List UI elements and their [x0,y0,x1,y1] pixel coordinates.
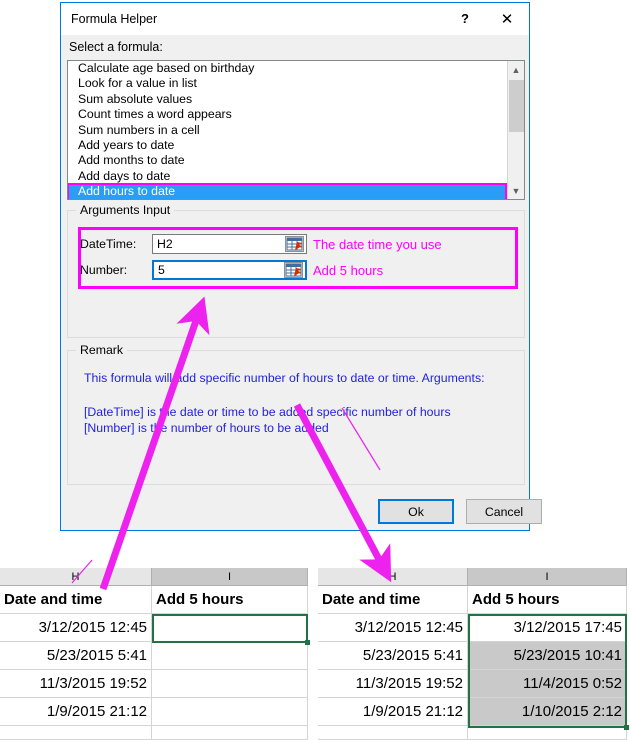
argument-label-datetime: DateTime: [80,237,152,251]
table-cell-partial[interactable] [0,726,152,740]
table-header-row: Date and timeAdd 5 hours [318,586,627,614]
table-row: 3/12/2015 12:45 [0,614,308,642]
ok-button[interactable]: Ok [378,499,454,524]
formula-list-item[interactable]: Sum absolute values [68,92,508,107]
dialog-title: Formula Helper [71,12,157,26]
formula-list-item[interactable]: Count times a word appears [68,107,508,122]
scroll-up-icon[interactable]: ▲ [508,61,524,78]
close-icon[interactable]: ✕ [489,3,525,34]
argument-value-number: 5 [154,263,284,277]
scroll-down-icon[interactable]: ▼ [508,182,524,199]
table-cell[interactable] [152,698,308,726]
table-row: 11/3/2015 19:5211/4/2015 0:52 [318,670,627,698]
formula-list-item[interactable]: Calculate age based on birthday [68,61,508,76]
table-cell[interactable]: 1/10/2015 2:12 [468,698,627,726]
table-cell[interactable]: 11/3/2015 19:52 [0,670,152,698]
arguments-group-title: Arguments Input [76,203,174,217]
scrollbar-thumb[interactable] [509,80,524,132]
table-cell[interactable]: 1/9/2015 21:12 [0,698,152,726]
column-header-h[interactable]: H [318,568,468,586]
remark-line-1: [DateTime] is the date or time to be add… [84,405,451,419]
table-cell[interactable]: 1/9/2015 21:12 [318,698,468,726]
dialog-body: Select a formula: Calculate age based on… [61,35,529,530]
table-cell-partial[interactable] [468,726,627,740]
argument-note-datetime: The date time you use [313,237,442,252]
table-row: 3/12/2015 12:453/12/2015 17:45 [318,614,627,642]
table-header-cell[interactable]: Date and time [0,586,152,614]
dialog-titlebar: Formula Helper ? ✕ [61,3,529,35]
table-cell-partial[interactable] [318,726,468,740]
table-row: 5/23/2015 5:415/23/2015 10:41 [318,642,627,670]
formula-list-item[interactable]: Add days to date [68,169,508,184]
help-icon[interactable]: ? [447,3,483,34]
table-cell[interactable]: 11/4/2015 0:52 [468,670,627,698]
column-header-row: HI [318,568,627,586]
table-row-partial [318,726,627,740]
argument-row-datetime: DateTime: H2 [80,233,442,255]
column-header-i[interactable]: I [468,568,627,586]
spreadsheet-after: HIDate and timeAdd 5 hours3/12/2015 12:4… [318,568,627,740]
column-header-i[interactable]: I [152,568,308,586]
table-cell[interactable]: 3/12/2015 17:45 [468,614,627,642]
formula-list-item[interactable]: Add hours to date [68,184,506,199]
range-picker-icon-number[interactable] [284,262,303,278]
table-cell-partial[interactable] [152,726,308,740]
arguments-input-group: Arguments Input DateTime: H2 [67,210,525,338]
remark-line-0: This formula will add specific number of… [84,371,485,385]
table-cell[interactable]: 11/3/2015 19:52 [318,670,468,698]
fill-handle[interactable] [305,640,310,645]
table-header-cell[interactable]: Add 5 hours [152,586,308,614]
remark-group-title: Remark [76,343,127,357]
table-row: 5/23/2015 5:41 [0,642,308,670]
formula-list-item[interactable]: Look for a value in list [68,76,508,91]
table-cell[interactable]: 5/23/2015 5:41 [318,642,468,670]
table-row: 11/3/2015 19:52 [0,670,308,698]
table-header-row: Date and timeAdd 5 hours [0,586,308,614]
remark-line-2: [Number] is the number of hours to be ad… [84,421,329,435]
select-formula-label: Select a formula: [69,40,163,54]
spreadsheet-before: HIDate and timeAdd 5 hours3/12/2015 12:4… [0,568,308,740]
table-cell[interactable]: 5/23/2015 10:41 [468,642,627,670]
range-picker-icon-datetime[interactable] [285,236,304,252]
table-header-cell[interactable]: Add 5 hours [468,586,627,614]
formula-list-item[interactable]: Add years to date [68,138,508,153]
column-header-row: HI [0,568,308,586]
argument-value-datetime: H2 [153,237,285,251]
list-scrollbar[interactable]: ▲ ▼ [507,61,524,199]
table-cell[interactable] [152,614,308,642]
formula-list-item[interactable]: Add months to date [68,153,508,168]
argument-label-number: Number: [80,263,152,277]
table-cell[interactable]: 3/12/2015 12:45 [318,614,468,642]
table-cell[interactable]: 3/12/2015 12:45 [0,614,152,642]
formula-list-items: Calculate age based on birthdayLook for … [68,61,508,200]
table-cell[interactable] [152,642,308,670]
argument-note-number: Add 5 hours [313,263,383,278]
table-cell[interactable] [152,670,308,698]
table-row: 1/9/2015 21:12 [0,698,308,726]
argument-field-datetime[interactable]: H2 [152,234,307,254]
cancel-button[interactable]: Cancel [466,499,542,524]
remark-group: Remark This formula will add specific nu… [67,350,525,485]
argument-field-number[interactable]: 5 [152,260,307,280]
argument-row-number: Number: 5 A [80,259,383,281]
formula-listbox[interactable]: Calculate age based on birthdayLook for … [67,60,525,200]
table-row: 1/9/2015 21:121/10/2015 2:12 [318,698,627,726]
formula-helper-dialog: Formula Helper ? ✕ Select a formula: Cal… [60,2,530,531]
column-header-h[interactable]: H [0,568,152,586]
table-row-partial [0,726,308,740]
table-cell[interactable]: 5/23/2015 5:41 [0,642,152,670]
formula-list-item[interactable]: Sum numbers in a cell [68,123,508,138]
fill-handle[interactable] [624,725,629,730]
table-header-cell[interactable]: Date and time [318,586,468,614]
